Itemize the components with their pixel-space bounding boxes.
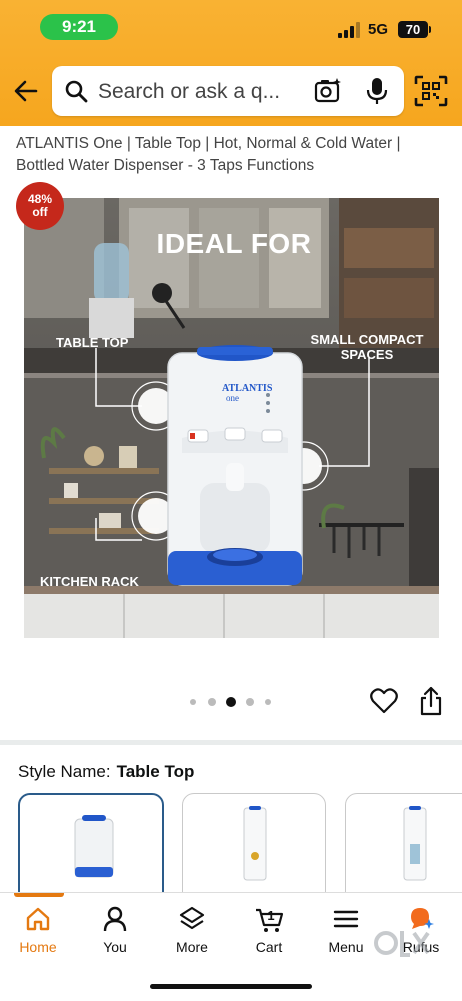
- signal-icon: [338, 22, 360, 38]
- caption-kitchen-rack: KITCHEN RACK: [40, 574, 139, 589]
- caption-small-compact-line1: SMALL COMPACT: [310, 332, 424, 347]
- discount-off: off: [32, 205, 48, 219]
- nav-cart-label: Cart: [255, 939, 283, 955]
- search-icon: [65, 80, 88, 103]
- home-indicator: [150, 984, 312, 989]
- caption-small-compact-line2: SPACES: [340, 347, 394, 362]
- back-arrow-icon[interactable]: [10, 75, 42, 107]
- brand-name-line2: one: [226, 393, 239, 403]
- discount-badge: 48% off: [16, 182, 64, 230]
- nav-home[interactable]: Home: [3, 905, 73, 969]
- battery-icon: [429, 26, 431, 33]
- cart-icon: 1: [256, 908, 284, 932]
- nav-menu-label: Menu: [328, 939, 364, 955]
- nav-you[interactable]: You: [80, 905, 150, 969]
- search-bar[interactable]: Search or ask a q...: [52, 66, 404, 116]
- caption-table-top: TABLE TOP: [56, 335, 129, 350]
- carousel-dot[interactable]: [208, 698, 216, 706]
- nav-cart[interactable]: 1 Cart: [234, 905, 304, 969]
- hamburger-menu-icon: [333, 910, 359, 928]
- search-input[interactable]: Search or ask a q...: [98, 80, 280, 104]
- style-name-row: Style Name: Table Top: [18, 762, 194, 782]
- carousel-dot[interactable]: [190, 699, 196, 705]
- style-name-value: Table Top: [116, 762, 195, 781]
- heart-icon[interactable]: [370, 688, 398, 714]
- nav-more[interactable]: More: [157, 905, 227, 969]
- qr-scanner-icon[interactable]: [414, 75, 448, 107]
- app-header: 9:21 5G 70 Search or ask a q...: [0, 0, 462, 126]
- olx-watermark-logo: [374, 931, 430, 957]
- image-headline: IDEAL FOR: [156, 228, 312, 259]
- camera-search-icon[interactable]: [314, 78, 342, 104]
- carousel-dot[interactable]: [246, 698, 254, 706]
- product-title[interactable]: ATLANTIS One | Table Top | Hot, Normal &…: [16, 133, 446, 177]
- battery-level: 70: [398, 21, 428, 38]
- water-dispenser-product: ATLANTIS one: [167, 345, 303, 586]
- status-bar: 9:21 5G 70: [0, 0, 462, 52]
- carousel-dot-active[interactable]: [226, 697, 236, 707]
- product-image[interactable]: IDEAL FOR TABLE TOP SMALL COMPACT SPACES…: [24, 198, 439, 638]
- carousel-dot[interactable]: [265, 699, 271, 705]
- caption-small-compact: SMALL COMPACT SPACES: [304, 332, 430, 362]
- layers-icon: [179, 906, 205, 930]
- nav-home-label: Home: [19, 939, 57, 955]
- active-tab-indicator: [14, 893, 64, 897]
- microphone-icon[interactable]: [366, 77, 388, 105]
- nav-more-label: More: [176, 939, 208, 955]
- nav-you-label: You: [103, 939, 127, 955]
- style-name-label: Style Name:: [18, 762, 111, 781]
- share-icon[interactable]: [419, 686, 443, 716]
- cart-count: 1: [267, 908, 274, 923]
- carousel-indicator[interactable]: [190, 697, 280, 707]
- network-type: 5G: [368, 21, 389, 38]
- section-divider: [0, 740, 462, 745]
- home-icon: [26, 907, 50, 931]
- person-icon: [103, 906, 127, 932]
- status-time: 9:21: [40, 14, 118, 40]
- nav-menu[interactable]: Menu: [311, 905, 381, 969]
